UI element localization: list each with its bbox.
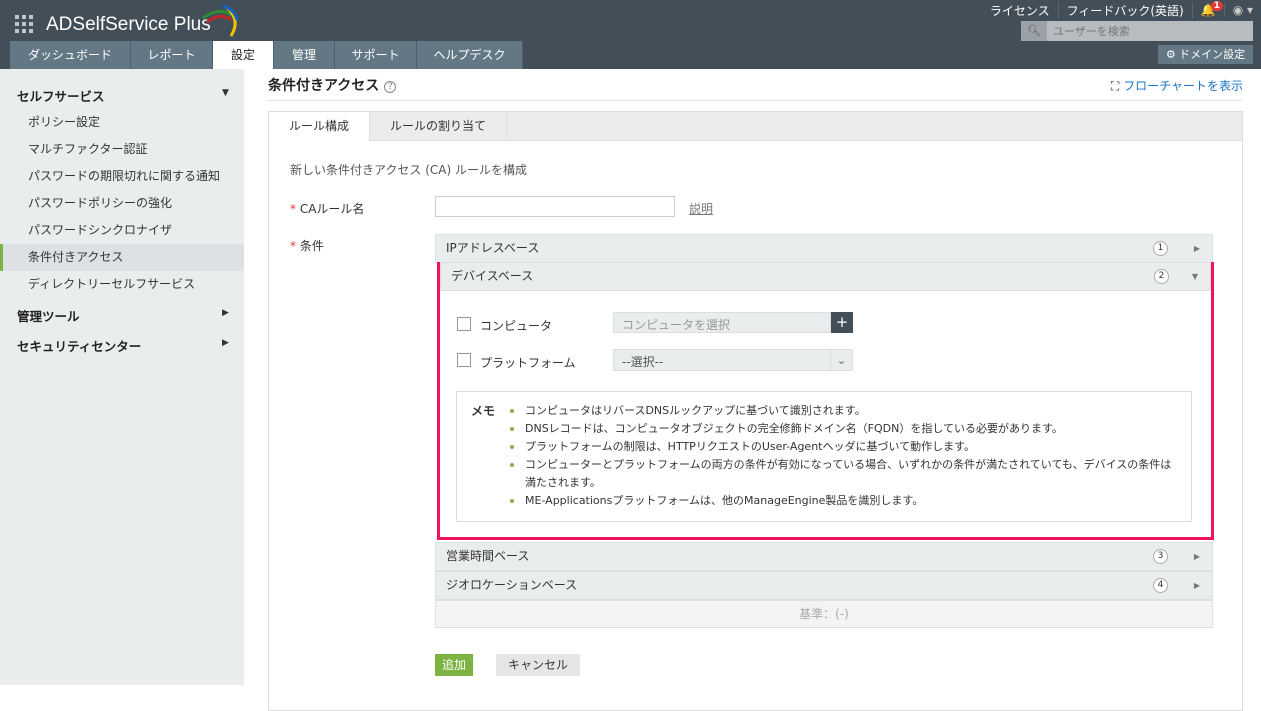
criteria-text: 基準：(-) [435, 600, 1213, 628]
caret-right-icon: ▶ [222, 338, 229, 348]
sidebar-item-expiry-notification[interactable]: パスワードの期限切れに関する通知 [0, 163, 244, 190]
accordion-ip-based[interactable]: IPアドレスベース 1 ▶ [435, 234, 1213, 263]
computer-checkbox[interactable] [457, 317, 471, 331]
notification-badge: 1 [1210, 1, 1223, 11]
sidebar-item-password-policy[interactable]: パスワードポリシーの強化 [0, 190, 244, 217]
memo-item: DNSレコードは、コンピュータオブジェクトの完全修飾ドメイン名（FQDN）を指し… [507, 420, 1177, 438]
accordion-business-hours[interactable]: 営業時間ベース 3 ▶ [435, 542, 1213, 571]
app-logo[interactable]: ADSelfService Plus [46, 14, 211, 36]
ca-rule-label: * CAルール名 [290, 202, 365, 216]
caret-right-icon: ▶ [1193, 244, 1200, 253]
flowchart-icon: ⛶ [1110, 79, 1124, 93]
computer-label: コンピュータ [480, 319, 553, 333]
chevron-down-icon: ⌄ [830, 350, 852, 370]
header: ADSelfService Plus ダッシュボード レポート 設定 管理 サポ… [0, 0, 1261, 69]
gear-icon: ⚙ [1165, 48, 1180, 61]
cancel-button[interactable]: キャンセル [496, 654, 580, 676]
logo-arc-icon [202, 4, 239, 37]
step-number: 1 [1153, 241, 1168, 256]
user-search: 🔍︎ [1021, 21, 1253, 41]
step-number: 2 [1154, 269, 1169, 284]
step-number: 3 [1153, 549, 1168, 564]
help-icon[interactable]: ? [384, 81, 397, 93]
tab-admin[interactable]: 管理 [274, 41, 335, 69]
tab-rule-assign[interactable]: ルールの割り当て [370, 112, 508, 140]
tab-support[interactable]: サポート [335, 41, 417, 69]
sidebar-section-admin-tools[interactable]: 管理ツール ▶ [17, 306, 229, 325]
search-icon[interactable]: 🔍︎ [1021, 21, 1047, 41]
notification-bell-icon[interactable]: 🔔 1 [1193, 1, 1225, 17]
ca-rule-name-input[interactable] [435, 196, 675, 217]
add-computer-plus-icon[interactable]: + [831, 312, 853, 333]
page-title: 条件付きアクセス? [268, 75, 397, 95]
platform-checkbox[interactable] [457, 353, 471, 367]
tab-dashboard[interactable]: ダッシュボード [10, 41, 131, 69]
tab-rule-config[interactable]: ルール構成 [269, 112, 371, 141]
caret-right-icon: ▶ [1193, 581, 1200, 590]
sidebar: セルフサービス ▼ ポリシー設定 マルチファクター認証 パスワードの期限切れに関す… [0, 69, 244, 685]
platform-label: プラットフォーム [480, 356, 576, 370]
sidebar-item-mfa[interactable]: マルチファクター認証 [0, 136, 244, 163]
user-avatar-icon[interactable]: ◉ ▾ [1225, 3, 1261, 17]
platform-select[interactable]: --選択-- ⌄ [613, 349, 853, 371]
domain-settings-button[interactable]: ⚙ ドメイン設定 [1158, 45, 1253, 64]
caret-right-icon: ▶ [222, 308, 229, 318]
memo-item: プラットフォームの制限は、HTTPリクエストのUser-Agentヘッダに基づい… [507, 438, 1177, 456]
sidebar-section-security-center[interactable]: セキュリティセンター ▶ [17, 336, 229, 355]
tab-helpdesk[interactable]: ヘルプデスク [417, 41, 523, 69]
sidebar-item-password-sync[interactable]: パスワードシンクロナイザ [0, 217, 244, 244]
sidebar-item-conditional-access[interactable]: 条件付きアクセス [0, 244, 244, 271]
license-link[interactable]: ライセンス [982, 1, 1059, 19]
sidebar-item-directory-self-service[interactable]: ディレクトリーセルフサービス [0, 271, 244, 298]
caret-down-icon: ▼ [1191, 272, 1198, 281]
memo-label: メモ [471, 404, 496, 418]
user-search-input[interactable] [1047, 21, 1253, 41]
tab-reports[interactable]: レポート [131, 41, 213, 69]
memo-item: コンピューターとプラットフォームの両方の条件が有効になっている場合、いずれかの条… [507, 456, 1177, 492]
flowchart-link[interactable]: ⛶ フローチャートを表示 [1111, 77, 1243, 94]
sidebar-section-self-service[interactable]: セルフサービス ▼ [17, 86, 229, 105]
caret-down-icon: ▼ [222, 88, 229, 98]
add-button[interactable]: 追加 [435, 654, 473, 676]
domain-settings-label: ドメイン設定 [1179, 48, 1246, 61]
condition-label: * 条件 [290, 239, 324, 253]
form-subtitle: 新しい条件付きアクセス (CA) ルールを構成 [290, 163, 527, 177]
memo-item: ME-Applicationsプラットフォームは、他のManageEngine製… [507, 492, 1177, 510]
caret-right-icon: ▶ [1193, 552, 1200, 561]
computer-select-input[interactable]: コンピュータを選択 [613, 312, 831, 333]
accordion-device-based[interactable]: デバイスベース 2 ▼ [440, 262, 1211, 291]
step-number: 4 [1153, 578, 1168, 593]
tab-settings[interactable]: 設定 [213, 41, 274, 69]
app-grid-icon[interactable] [15, 15, 33, 33]
explain-link[interactable]: 説明 [689, 200, 713, 217]
memo-item: コンピュータはリバースDNSルックアップに基づいて識別されます。 [507, 402, 1177, 420]
sidebar-item-policy[interactable]: ポリシー設定 [0, 109, 244, 136]
feedback-link[interactable]: フィードバック(英語) [1059, 1, 1193, 19]
memo-box: メモ コンピュータはリバースDNSルックアップに基づいて識別されます。 DNSレ… [456, 391, 1192, 522]
accordion-geolocation[interactable]: ジオロケーションベース 4 ▶ [435, 571, 1213, 600]
